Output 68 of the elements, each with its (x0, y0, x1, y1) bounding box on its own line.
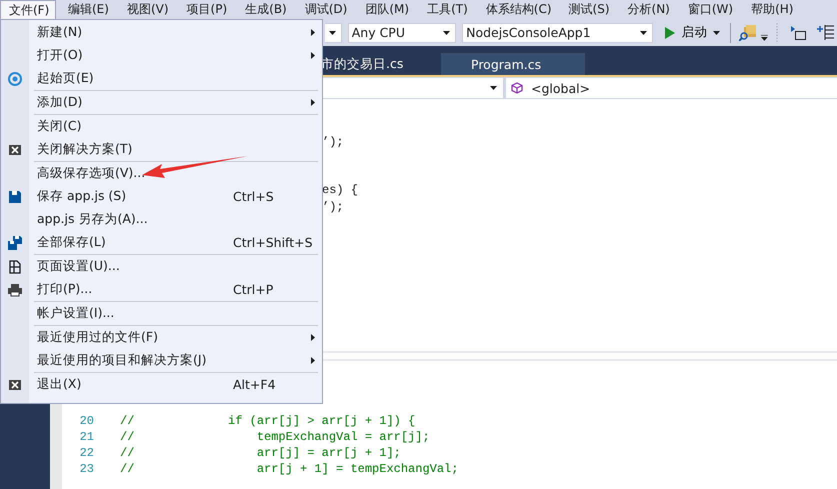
line-number: 23 (78, 462, 94, 476)
code-comment: // arr[j + 1] = tempExchangVal; (120, 462, 458, 476)
document-tab[interactable]: Program.cs (441, 53, 585, 75)
code-comment: // if (arr[j] > arr[j + 1]) { (120, 414, 416, 428)
code-comment: // arr[j] = arr[j + 1]; (120, 446, 401, 460)
menu-item[interactable]: 页面设置(U)... (1, 255, 322, 278)
toolbar-button[interactable] (815, 22, 837, 42)
menu-item[interactable]: 全部保存(L) Ctrl+Shift+S (1, 231, 322, 254)
menu-item[interactable]: 添加(D) (1, 91, 322, 114)
menu-item[interactable]: 视图(V) (118, 0, 177, 19)
menu-item[interactable]: 帐户设置(I)... (1, 302, 322, 325)
menu-item[interactable]: 最近使用过的文件(F) (1, 326, 322, 349)
submenu-arrow-icon (311, 52, 315, 59)
list-icon (817, 24, 836, 40)
caret-icon (443, 30, 450, 34)
floppy-disks-icon (8, 236, 22, 250)
submenu-arrow-icon (311, 29, 315, 36)
menu-item[interactable]: 编辑(E) (59, 0, 117, 19)
dropdown[interactable] (325, 22, 342, 42)
submenu-arrow-icon (311, 99, 315, 106)
start-button[interactable]: 启动 (661, 22, 724, 44)
close-icon (8, 378, 22, 392)
code-comment: // tempExchangVal = arr[j]; (120, 430, 430, 444)
line-number: 20 (78, 414, 94, 428)
menu-item[interactable]: 调试(D) (296, 0, 356, 19)
start-page-icon (8, 72, 22, 86)
menu-item[interactable]: app.js 另存为(A)... (1, 208, 322, 231)
printer-icon (8, 282, 22, 296)
menu-item[interactable]: 帮助(H) (742, 0, 802, 19)
menu-item[interactable]: 打印(P)... Ctrl+P (1, 278, 322, 301)
code-text: ’); (322, 135, 344, 149)
menu-item[interactable]: 高级保存选项(V)... (1, 162, 322, 185)
menu-item[interactable]: 分析(N) (618, 0, 678, 19)
caret-icon (761, 34, 768, 40)
caret-icon (713, 30, 720, 34)
submenu-arrow-icon (311, 357, 315, 364)
code-text: ’); (322, 200, 344, 214)
startup-project-dropdown[interactable]: NodejsConsoleApp1 (462, 22, 654, 42)
menu-item[interactable]: 新建(N) (1, 21, 322, 44)
menu-item[interactable]: 文件(F) (0, 0, 56, 19)
caret-icon (640, 30, 648, 34)
menu-item[interactable]: 最近使用的项目和解决方案(J) (1, 349, 322, 372)
menu-item[interactable]: 退出(X) Alt+F4 (1, 373, 322, 396)
menu-item[interactable]: 窗口(W) (678, 0, 742, 19)
page-setup-icon (8, 260, 22, 274)
indent-icon (789, 24, 808, 40)
menu-item[interactable]: 关闭(C) (1, 115, 322, 138)
line-number: 22 (78, 446, 94, 460)
menu-item[interactable]: 团队(M) (356, 0, 418, 19)
grip-icon (776, 22, 780, 42)
menu-item[interactable]: 工具(T) (418, 0, 476, 19)
folder-search-icon (739, 24, 758, 40)
namespace-icon (511, 82, 523, 94)
menu-item[interactable]: 项目(P) (178, 0, 236, 19)
menu-item[interactable]: 关闭解决方案(T) (1, 138, 322, 161)
menu-item[interactable]: 生成(B) (236, 0, 295, 19)
caret-icon (490, 86, 497, 90)
caret-icon (329, 30, 336, 34)
menu-item[interactable]: 测试(S) (560, 0, 618, 19)
menu-item[interactable]: 体系结构(C) (476, 0, 560, 19)
member-dropdown[interactable]: <global> (506, 78, 837, 98)
submenu-arrow-icon (311, 334, 315, 341)
play-icon (665, 26, 676, 38)
line-number: 21 (78, 430, 94, 444)
close-icon (8, 142, 22, 156)
code-text: es) { (322, 183, 358, 197)
menu-item[interactable]: 保存 app.js (S) Ctrl+S (1, 185, 322, 208)
platform-dropdown[interactable]: Any CPU (348, 22, 456, 42)
